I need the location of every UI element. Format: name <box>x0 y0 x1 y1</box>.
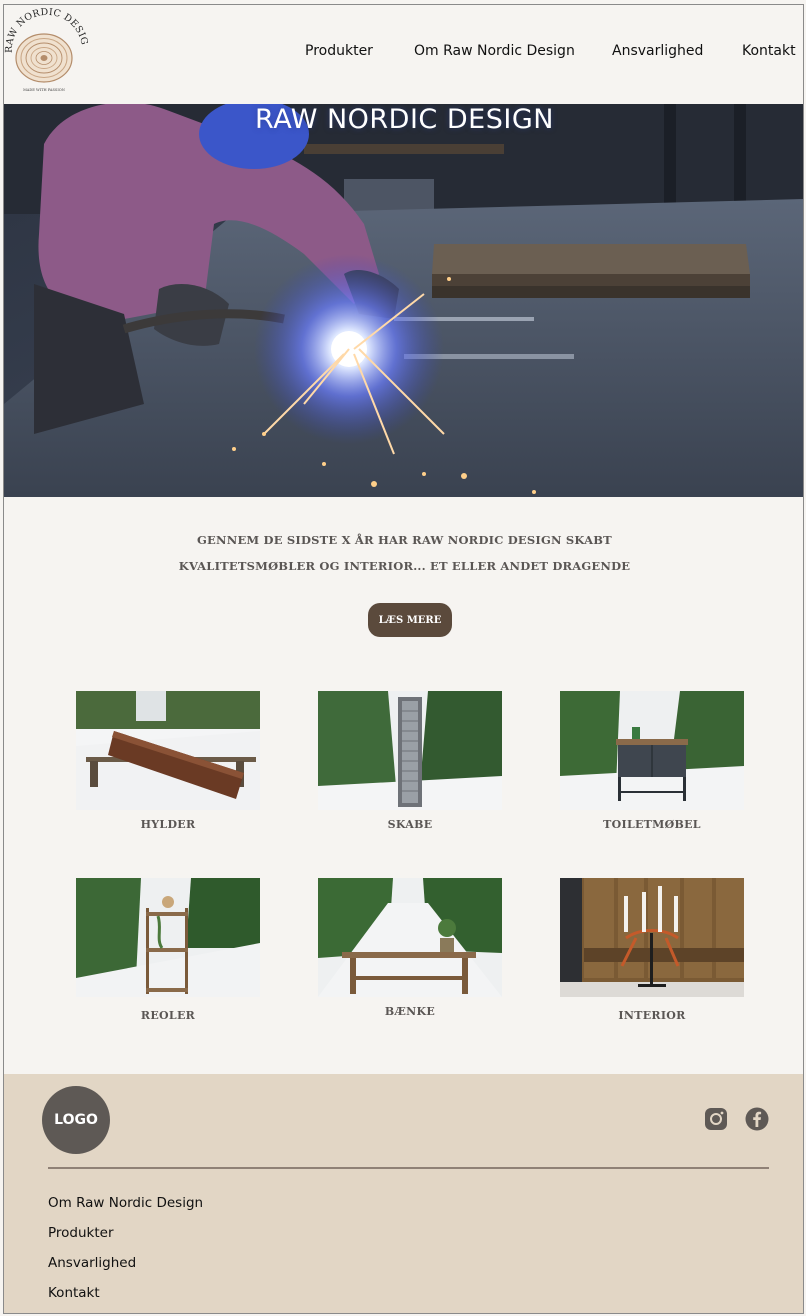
category-image[interactable] <box>76 691 260 810</box>
footer-divider <box>48 1167 769 1169</box>
category-interior[interactable]: INTERIOR <box>560 878 744 1022</box>
category-label[interactable]: REOLER <box>76 1009 260 1022</box>
category-label[interactable]: BÆNKE <box>318 1005 502 1018</box>
category-label[interactable]: SKABE <box>318 818 502 831</box>
instagram-icon[interactable] <box>704 1107 728 1131</box>
hero-title: RAW NORDIC DESIGN <box>255 104 554 135</box>
category-image[interactable] <box>560 878 744 997</box>
category-toiletmobel[interactable]: TOILETMØBEL <box>560 691 744 831</box>
category-image[interactable] <box>318 691 502 810</box>
category-reoler[interactable]: REOLER <box>76 878 260 1022</box>
footer-logo[interactable]: LOGO <box>42 1086 110 1154</box>
footer-link-ansvarlighed[interactable]: Ansvarlighed <box>48 1255 136 1271</box>
category-image[interactable] <box>76 878 260 997</box>
category-hylder[interactable]: HYLDER <box>76 691 260 831</box>
nav-kontakt[interactable]: Kontakt <box>742 43 796 59</box>
nav-produkter[interactable]: Produkter <box>305 43 373 59</box>
site-footer: LOGO Om Raw Nordic Design Produkter Ansv… <box>4 1074 803 1313</box>
read-more-button[interactable]: LÆS MERE <box>368 603 452 637</box>
nav-om-raw-nordic-design[interactable]: Om Raw Nordic Design <box>414 43 575 59</box>
category-label[interactable]: INTERIOR <box>560 1009 744 1022</box>
facebook-icon[interactable] <box>745 1107 769 1131</box>
main-nav: Produkter Om Raw Nordic Design Ansvarlig… <box>4 43 803 63</box>
category-image[interactable] <box>560 691 744 810</box>
intro-line-2: KVALITETSMØBLER OG INTERIOR... ET ELLER … <box>178 559 631 573</box>
nav-ansvarlighed[interactable]: Ansvarlighed <box>612 43 703 59</box>
intro-text: GENNEM DE SIDSTE X ÅR HAR RAW NORDIC DES… <box>4 527 803 579</box>
footer-link-produkter[interactable]: Produkter <box>48 1225 114 1241</box>
page: RAW NORDIC DESIGN MADE WITH PASSION Prod… <box>3 4 804 1314</box>
category-skabe[interactable]: SKABE <box>318 691 502 831</box>
footer-link-kontakt[interactable]: Kontakt <box>48 1285 100 1301</box>
site-header: RAW NORDIC DESIGN MADE WITH PASSION Prod… <box>4 5 803 104</box>
category-baenke[interactable]: BÆNKE <box>318 878 502 1018</box>
hero-image: RAW NORDIC DESIGN <box>4 104 803 497</box>
category-label[interactable]: HYLDER <box>76 818 260 831</box>
category-image[interactable] <box>318 878 502 997</box>
category-label[interactable]: TOILETMØBEL <box>560 818 744 831</box>
intro-line-1: GENNEM DE SIDSTE X ÅR HAR RAW NORDIC DES… <box>197 533 612 547</box>
footer-link-om[interactable]: Om Raw Nordic Design <box>48 1195 203 1211</box>
logo-tagline: MADE WITH PASSION <box>23 88 65 92</box>
